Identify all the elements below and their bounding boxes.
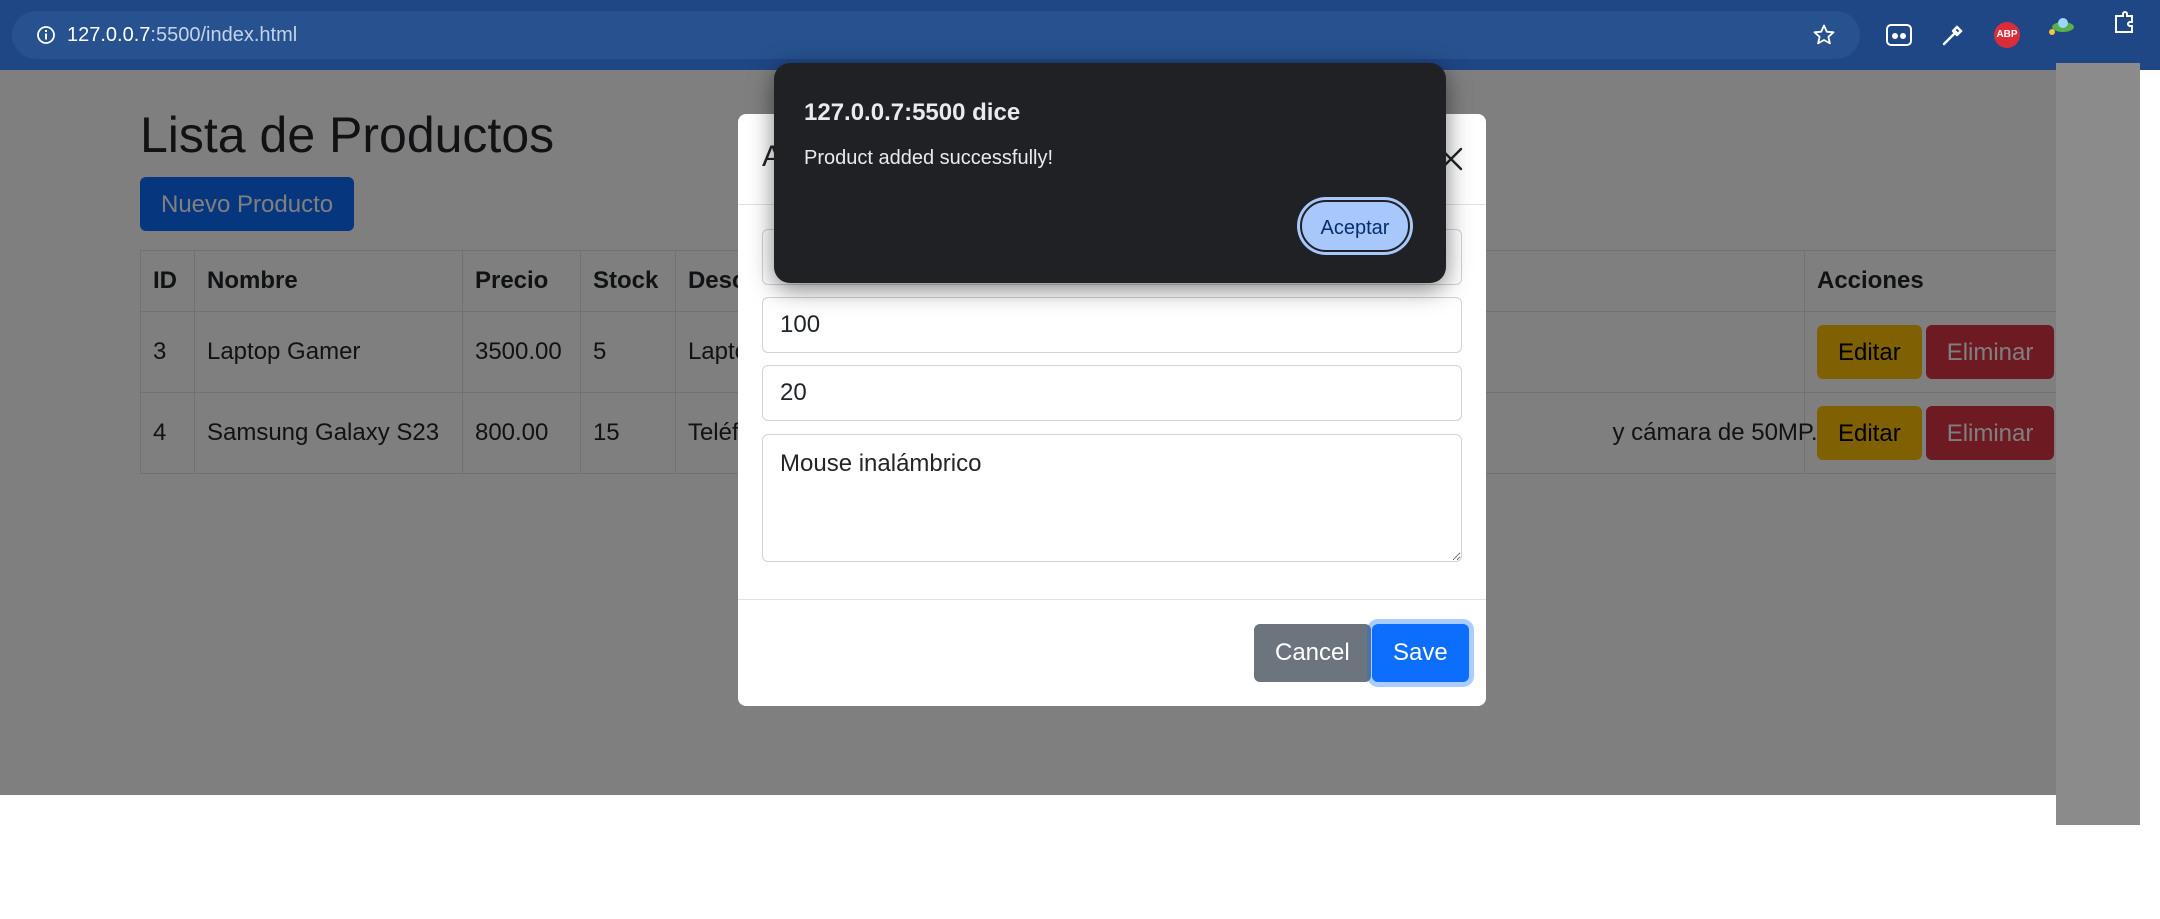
cancel-button[interactable]: Cancel [1254,624,1371,682]
eyedropper-icon[interactable] [1938,20,1968,50]
extensions-puzzle-icon[interactable] [2110,10,2140,40]
side-panel-overlay [2056,63,2140,825]
stock-field[interactable]: 20 [762,365,1462,421]
price-field[interactable]: 100 [762,297,1462,353]
adblock-plus-icon[interactable]: ABP [1992,20,2022,50]
address-bar[interactable]: 127.0.0.7:5500/index.html [12,11,1860,59]
save-button[interactable]: Save [1372,624,1469,682]
alert-message: Product added successfully! [804,147,1054,169]
description-field[interactable]: Mouse inalámbrico [762,434,1462,562]
alert-title: 127.0.0.7:5500 dice [804,99,1021,126]
accept-button[interactable]: Aceptar [1300,200,1410,252]
url-path: :5500/index.html [150,24,298,46]
url-text[interactable]: 127.0.0.7:5500/index.html [67,23,297,47]
extension-ufo-icon[interactable] [2046,12,2076,42]
abp-badge: ABP [1994,22,2020,48]
url-host: 127.0.0.7 [67,24,151,46]
bookmark-star-icon[interactable] [1812,23,1836,47]
reader-icon[interactable] [1884,20,1914,50]
browser-alert-dialog: 127.0.0.7:5500 dice Product added succes… [774,63,1446,283]
browser-toolbar: 127.0.0.7:5500/index.html ABP [0,0,2160,70]
site-info-icon[interactable] [36,25,56,45]
modal-footer: Cancel Save [738,599,1486,706]
